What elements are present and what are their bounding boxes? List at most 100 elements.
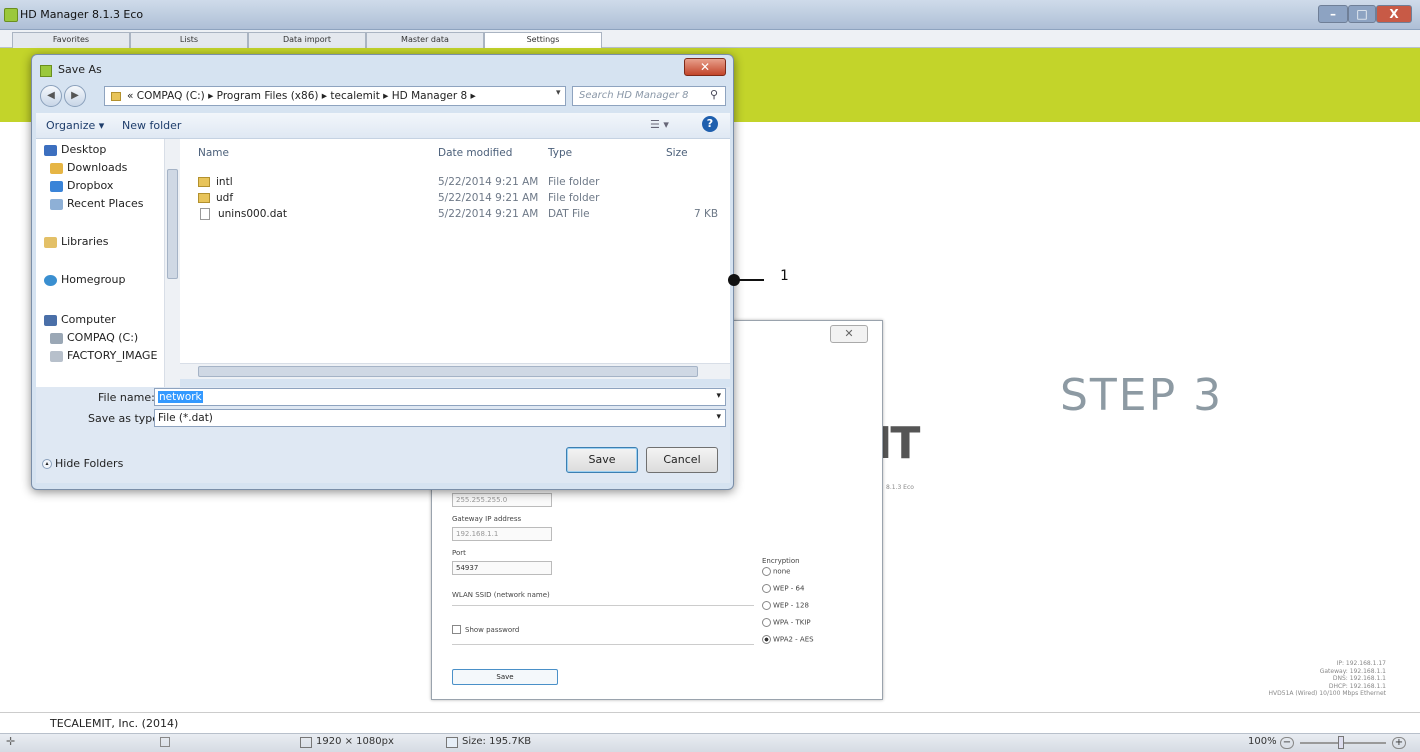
subnet-field[interactable]: 255.255.255.0 bbox=[452, 493, 552, 507]
nav-desktop[interactable]: Desktop bbox=[44, 143, 106, 156]
callout-line bbox=[734, 279, 764, 281]
address-bar[interactable]: « COMPAQ (C:) ▸ Program Files (x86) ▸ te… bbox=[104, 86, 566, 106]
hide-folders-toggle[interactable]: ▴ Hide Folders bbox=[42, 457, 123, 470]
dropbox-icon bbox=[50, 180, 63, 192]
nav-libraries[interactable]: Libraries bbox=[44, 235, 109, 248]
breadcrumb: « COMPAQ (C:) ▸ Program Files (x86) ▸ te… bbox=[127, 90, 476, 102]
encryption-none-radio[interactable]: none bbox=[762, 567, 790, 576]
minimize-button[interactable]: – bbox=[1318, 5, 1348, 23]
port-field[interactable]: 54937 bbox=[452, 561, 552, 575]
chevron-up-icon: ▴ bbox=[42, 459, 52, 469]
address-dropdown-icon[interactable]: ▾ bbox=[556, 88, 561, 98]
nav-recent-places[interactable]: Recent Places bbox=[50, 197, 144, 210]
nav-downloads[interactable]: Downloads bbox=[50, 161, 127, 174]
tab-data-import[interactable]: Data import bbox=[248, 32, 366, 48]
gateway-label: Gateway IP address bbox=[452, 515, 522, 523]
zoom-in-button[interactable]: + bbox=[1392, 737, 1406, 749]
close-button[interactable]: X bbox=[1376, 5, 1412, 23]
save-as-dialog: Save As ✕ ◀ ▶ « COMPAQ (C:) ▸ Program Fi… bbox=[31, 54, 734, 490]
move-icon[interactable]: ✛ bbox=[6, 735, 15, 748]
file-size: Size: 195.7KB bbox=[462, 736, 532, 747]
save-type-label: Save as type: bbox=[88, 412, 163, 425]
view-options-icon[interactable]: ☰ ▾ bbox=[650, 118, 669, 131]
encryption-wep64-radio[interactable]: WEP - 64 bbox=[762, 584, 804, 593]
new-folder-button[interactable]: New folder bbox=[122, 119, 181, 132]
chevron-down-icon[interactable]: ▾ bbox=[716, 412, 721, 422]
password-field[interactable] bbox=[452, 644, 754, 645]
encryption-wpa-tkip-radio[interactable]: WPA - TKIP bbox=[762, 618, 811, 627]
nav-compaq-drive[interactable]: COMPAQ (C:) bbox=[50, 331, 138, 344]
nav-homegroup[interactable]: Homegroup bbox=[44, 273, 125, 286]
zoom-out-button[interactable]: − bbox=[1280, 737, 1294, 749]
folder-icon bbox=[198, 193, 210, 203]
network-info: IP: 192.168.1.17 Gateway: 192.168.1.1 DN… bbox=[1268, 660, 1386, 697]
encryption-label: Encryption bbox=[762, 557, 800, 565]
navigation-pane: Desktop Downloads Dropbox Recent Places … bbox=[36, 139, 164, 387]
column-type[interactable]: Type bbox=[548, 147, 572, 159]
app-title-bar: HD Manager 8.1.3 Eco – □ X bbox=[0, 0, 1420, 30]
copyright-text: TECALEMIT, Inc. (2014) bbox=[50, 717, 179, 730]
ssid-field[interactable] bbox=[452, 605, 754, 606]
chevron-down-icon[interactable]: ▾ bbox=[716, 391, 721, 401]
save-button[interactable]: Save bbox=[566, 447, 638, 473]
file-name-label: File name: bbox=[98, 391, 155, 404]
help-icon[interactable]: ? bbox=[702, 116, 718, 132]
dimensions-icon bbox=[300, 737, 312, 748]
nav-factory-image[interactable]: FACTORY_IMAGE bbox=[50, 349, 157, 362]
maximize-button[interactable]: □ bbox=[1348, 5, 1376, 23]
scrollbar-thumb[interactable] bbox=[167, 169, 178, 279]
encryption-wep128-radio[interactable]: WEP - 128 bbox=[762, 601, 809, 610]
scrollbar-thumb[interactable] bbox=[198, 366, 698, 377]
nav-dropbox[interactable]: Dropbox bbox=[50, 179, 113, 192]
save-as-title: Save As bbox=[58, 63, 102, 76]
dialog-toolbar: Organize ▾ New folder ☰ ▾ ? bbox=[36, 113, 730, 139]
gateway-field[interactable]: 192.168.1.1 bbox=[452, 527, 552, 541]
column-name[interactable]: Name bbox=[198, 147, 229, 159]
tab-settings[interactable]: Settings bbox=[484, 32, 602, 49]
file-list-scrollbar[interactable] bbox=[180, 363, 730, 379]
drive-icon bbox=[50, 332, 63, 344]
tab-lists[interactable]: Lists bbox=[130, 32, 248, 48]
organize-button[interactable]: Organize ▾ bbox=[46, 119, 104, 132]
save-type-select[interactable]: File (*.dat) ▾ bbox=[154, 409, 726, 427]
folder-icon bbox=[198, 177, 210, 187]
folder-icon bbox=[111, 91, 121, 101]
encryption-wpa2-aes-radio[interactable]: WPA2 - AES bbox=[762, 635, 814, 644]
tab-favorites[interactable]: Favorites bbox=[12, 32, 130, 48]
back-arrow-icon[interactable]: ◀ bbox=[40, 85, 62, 107]
column-size[interactable]: Size bbox=[666, 147, 688, 159]
libraries-icon bbox=[44, 236, 57, 248]
zoom-slider-thumb[interactable] bbox=[1338, 736, 1344, 749]
homegroup-icon bbox=[44, 274, 57, 286]
main-tab-bar: Favorites Lists Data import Master data … bbox=[0, 30, 1420, 49]
version-text: 8.1.3 Eco bbox=[886, 484, 914, 491]
file-name-input[interactable]: network ▾ bbox=[154, 388, 726, 406]
search-icon[interactable]: ⚲ bbox=[710, 88, 718, 101]
viewer-status-bar: ✛ 1920 × 1080px Size: 195.7KB 100% − + bbox=[0, 733, 1420, 752]
nav-pane-scrollbar[interactable] bbox=[164, 139, 180, 387]
tab-master-data[interactable]: Master data bbox=[366, 32, 484, 48]
cancel-button[interactable]: Cancel bbox=[646, 447, 718, 473]
callout-number: 1 bbox=[780, 268, 789, 284]
desktop-icon bbox=[44, 144, 57, 156]
save-as-app-icon bbox=[40, 65, 52, 77]
show-password-label: Show password bbox=[465, 626, 520, 634]
file-row[interactable]: unins000.dat 5/22/2014 9:21 AM DAT File … bbox=[180, 207, 730, 223]
forward-arrow-icon[interactable]: ▶ bbox=[64, 85, 86, 107]
ssid-label: WLAN SSID (network name) bbox=[452, 591, 550, 599]
network-dialog-close-button[interactable]: ✕ bbox=[830, 325, 868, 343]
app-footer: TECALEMIT, Inc. (2014) bbox=[0, 712, 1420, 732]
drive-icon bbox=[50, 350, 63, 362]
zoom-level: 100% bbox=[1248, 736, 1277, 747]
computer-icon bbox=[44, 314, 57, 326]
file-row[interactable]: udf 5/22/2014 9:21 AM File folder bbox=[180, 191, 730, 207]
search-input[interactable]: Search HD Manager 8 bbox=[572, 86, 726, 106]
select-icon[interactable] bbox=[160, 737, 170, 747]
column-date-modified[interactable]: Date modified bbox=[438, 147, 512, 159]
file-row[interactable]: intl 5/22/2014 9:21 AM File folder bbox=[180, 175, 730, 191]
save-as-close-button[interactable]: ✕ bbox=[684, 58, 726, 76]
network-save-button[interactable]: Save bbox=[452, 669, 558, 685]
show-password-checkbox[interactable] bbox=[452, 625, 461, 634]
nav-computer[interactable]: Computer bbox=[44, 313, 116, 326]
app-icon bbox=[4, 8, 18, 22]
